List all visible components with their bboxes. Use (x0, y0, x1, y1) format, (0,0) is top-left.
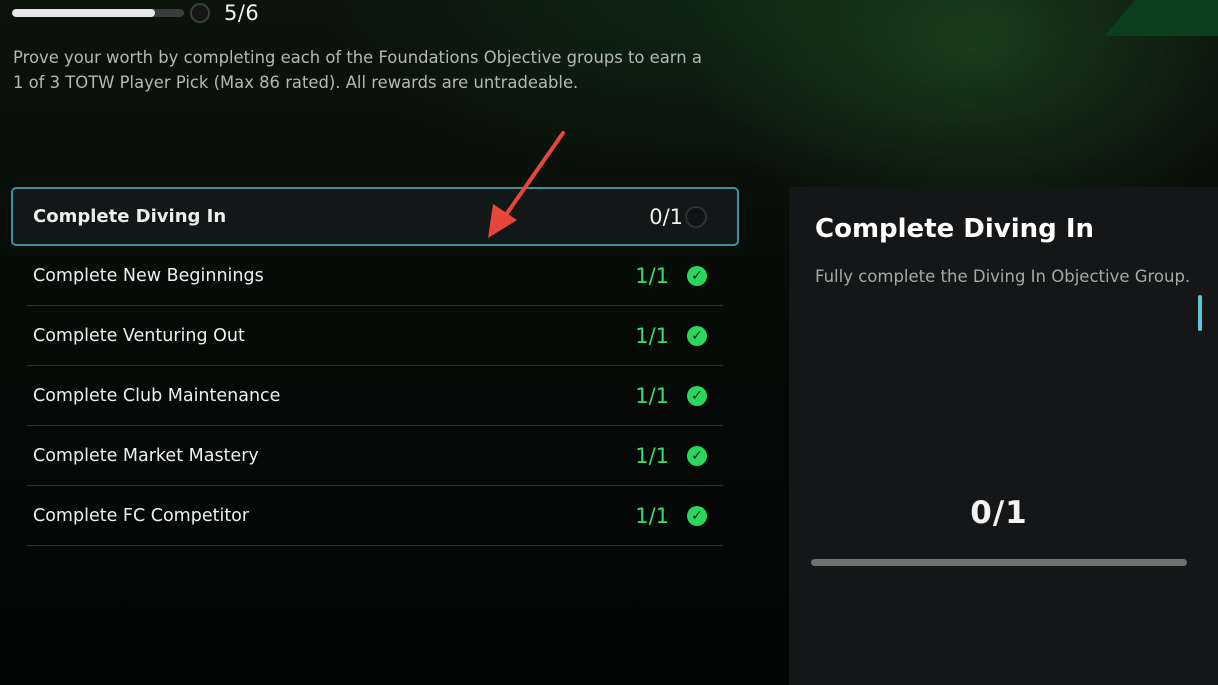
annotation-arrow-icon (488, 131, 565, 238)
